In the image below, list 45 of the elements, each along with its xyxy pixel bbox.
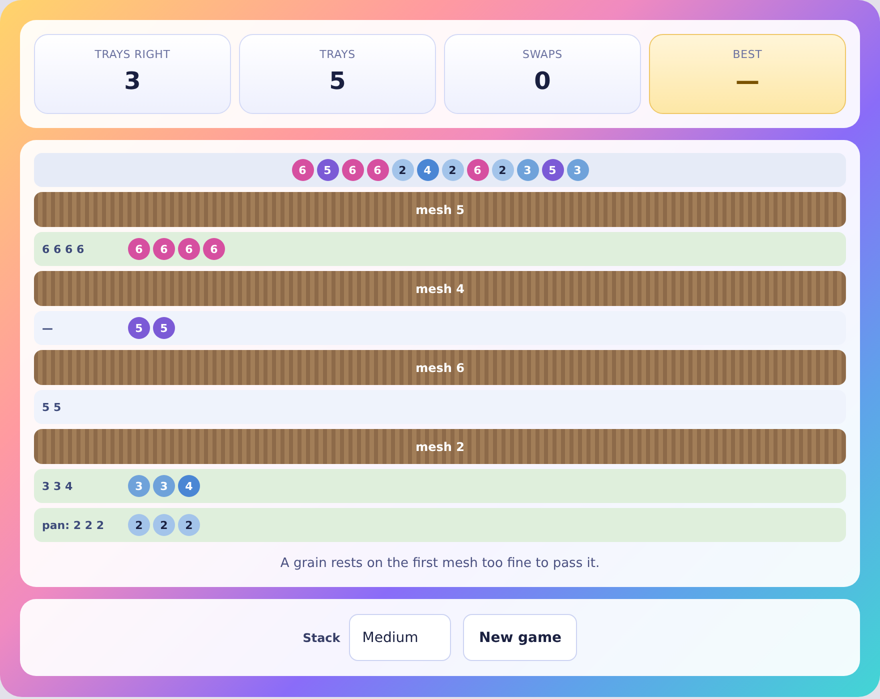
mesh-bar[interactable]: mesh 2 — [34, 429, 846, 464]
mesh-bar[interactable]: mesh 6 — [34, 350, 846, 385]
stat-label: BEST — [732, 48, 762, 61]
grain: 3 — [153, 475, 175, 497]
grain: 2 — [128, 514, 150, 536]
grain: 3 — [128, 475, 150, 497]
grain: 2 — [492, 159, 514, 181]
grain: 5 — [542, 159, 564, 181]
grain: 6 — [153, 238, 175, 260]
stat-label: TRAYS — [320, 48, 356, 61]
grain: 6 — [203, 238, 225, 260]
grain: 4 — [178, 475, 200, 497]
grain: 4 — [416, 159, 438, 181]
tray-label: pan: 2 2 2 — [42, 518, 105, 532]
grain: 6 — [178, 238, 200, 260]
stat-value: — — [736, 67, 760, 95]
tray-label: 6 6 6 6 — [42, 242, 86, 256]
mesh-bar[interactable]: mesh 4 — [34, 271, 846, 306]
stack-label: Stack — [302, 630, 340, 644]
new-game-button[interactable]: New game — [463, 614, 578, 661]
stat-value: 5 — [329, 67, 346, 95]
grain: 2 — [392, 159, 414, 181]
stat-value: 3 — [124, 67, 141, 95]
tray-label: 5 5 — [42, 400, 62, 414]
grain: 6 — [292, 159, 314, 181]
grain: 6 — [366, 159, 388, 181]
grain: 2 — [442, 159, 464, 181]
mesh-bar[interactable]: mesh 5 — [34, 192, 846, 227]
tray-label: — — [42, 322, 54, 334]
stat-label: TRAYS RIGHT — [94, 48, 170, 61]
grain: 6 — [466, 159, 488, 181]
grain: 5 — [153, 317, 175, 339]
grain: 5 — [128, 317, 150, 339]
grain: 2 — [153, 514, 175, 536]
stat-value: 0 — [534, 67, 551, 95]
grain: 3 — [516, 159, 538, 181]
stack-select[interactable]: Medium — [349, 614, 452, 661]
grain: 2 — [178, 514, 200, 536]
grain: 3 — [566, 159, 588, 181]
grain: 5 — [316, 159, 338, 181]
stat-label: SWAPS — [522, 48, 562, 61]
grain: 6 — [342, 159, 364, 181]
grain: 6 — [128, 238, 150, 260]
tray-label: 3 3 4 — [42, 480, 74, 492]
status-message: A grain rests on the first mesh too fine to pass it. — [279, 556, 601, 571]
